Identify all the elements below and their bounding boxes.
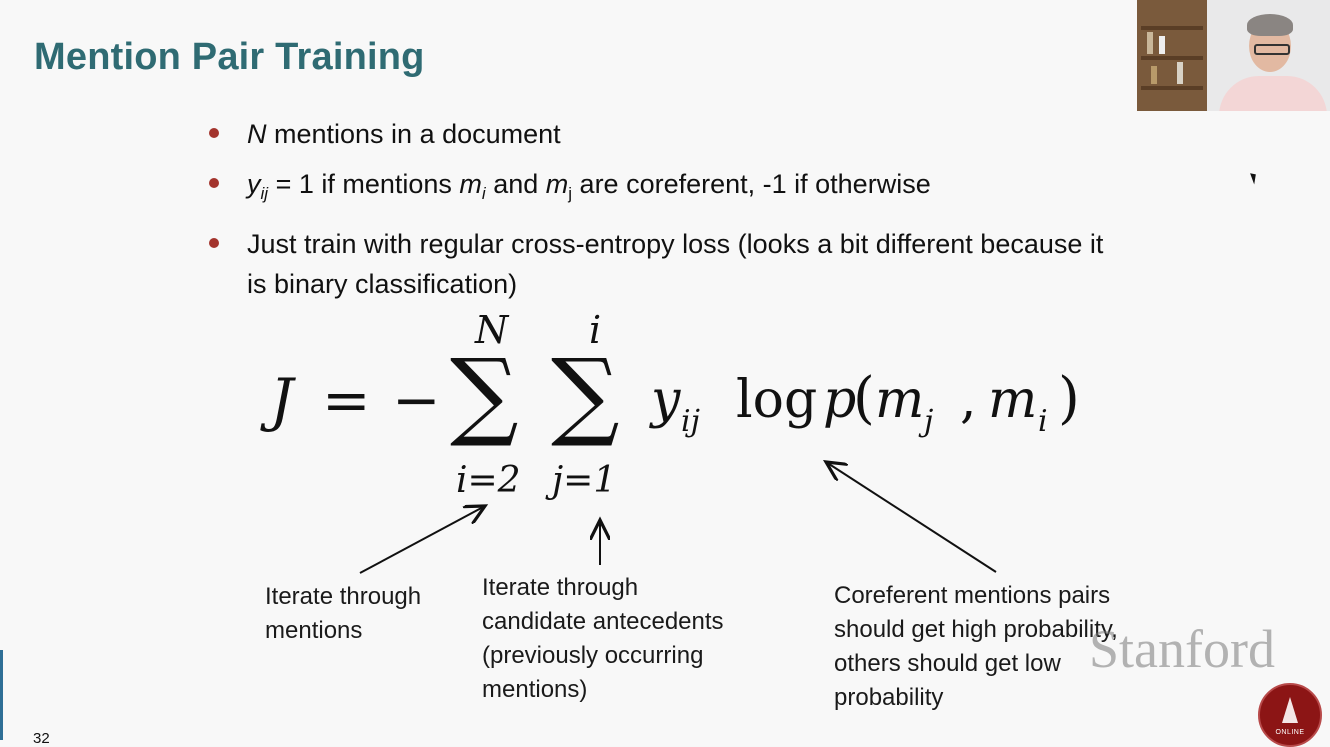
tree-icon	[1282, 697, 1298, 723]
arrow-outer-sum-icon	[359, 506, 485, 574]
book	[1147, 32, 1153, 54]
speaker-video-thumbnail[interactable]	[1137, 0, 1330, 111]
shelf-board	[1141, 56, 1203, 60]
annotation-line: Coreferent mentions pairs	[834, 582, 1111, 609]
annotation-line: candidate antecedents	[482, 608, 724, 635]
annotation-line: mentions	[265, 617, 363, 644]
annotation-line: should get high probability,	[834, 616, 1118, 643]
annotation-line: probability	[834, 684, 944, 711]
book	[1159, 36, 1165, 54]
speaker-hair	[1247, 14, 1293, 36]
annotation-line: mentions)	[482, 676, 588, 703]
slide: Mention Pair Training N mentions in a do…	[0, 0, 1330, 747]
annotation-iterate-mentions: Iterate through mentions	[265, 580, 421, 648]
bookshelf	[1137, 0, 1207, 111]
seal-label: ONLINE	[1275, 729, 1305, 736]
annotation-line: Iterate through	[265, 583, 422, 610]
annotation-line: (previously occurring	[482, 642, 704, 669]
page-number: 32	[33, 730, 50, 747]
shelf-board	[1141, 86, 1203, 90]
annotation-line: others should get low	[834, 650, 1061, 677]
stanford-online-seal-icon: ONLINE	[1258, 683, 1322, 747]
book	[1177, 62, 1183, 84]
annotation-iterate-antecedents: Iterate through candidate antecedents (p…	[482, 571, 724, 707]
stanford-wordmark: Stanford	[1089, 619, 1275, 679]
speaker-glasses	[1254, 44, 1290, 55]
book	[1151, 66, 1157, 84]
annotation-line: Iterate through	[482, 574, 639, 601]
arrow-probability-icon	[826, 462, 997, 573]
annotation-probability: Coreferent mentions pairs should get hig…	[834, 579, 1118, 715]
shelf-board	[1141, 26, 1203, 30]
